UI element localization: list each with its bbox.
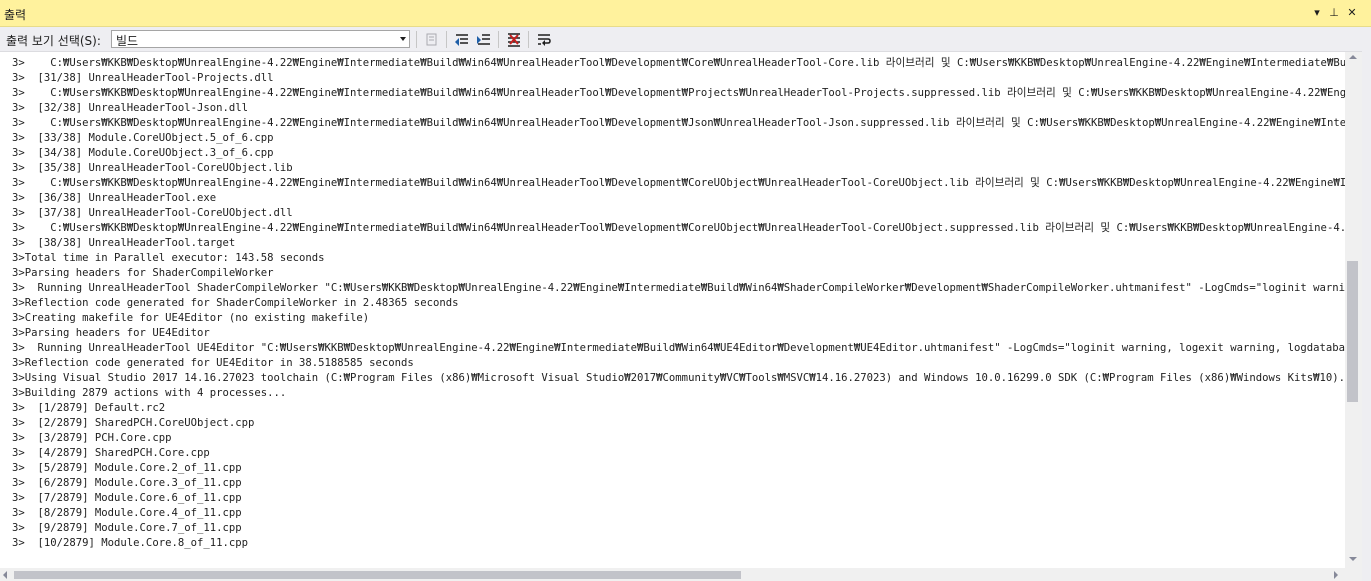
output-line: 3>Building 2879 actions with 4 processes… bbox=[12, 387, 287, 399]
show-output-from-label: 출력 보기 선택(S): bbox=[6, 34, 101, 48]
output-line: 3> [8/2879] Module.Core.4_of_11.cpp bbox=[12, 507, 242, 519]
scroll-up-icon[interactable] bbox=[1349, 55, 1357, 59]
scrollbar-corner bbox=[1345, 568, 1362, 581]
next-message-button[interactable] bbox=[474, 30, 494, 49]
output-line: 3> [35/38] UnrealHeaderTool-CoreUObject.… bbox=[12, 162, 293, 174]
output-line: 3> [9/2879] Module.Core.7_of_11.cpp bbox=[12, 522, 242, 534]
output-line: 3>Creating makefile for UE4Editor (no ex… bbox=[12, 312, 370, 324]
find-message-icon bbox=[426, 33, 437, 46]
output-line: 3>Reflection code generated for ShaderCo… bbox=[12, 297, 459, 309]
output-line: 3> [37/38] UnrealHeaderTool-CoreUObject.… bbox=[12, 207, 293, 219]
find-message-button[interactable] bbox=[422, 30, 442, 49]
output-line: 3>Parsing headers for UE4Editor bbox=[12, 327, 210, 339]
window-position-dropdown-icon[interactable]: ▾ bbox=[1309, 4, 1325, 22]
output-source-select[interactable]: 빌드 bbox=[111, 30, 410, 48]
output-line: 3> C:₩Users₩KKB₩Desktop₩UnrealEngine-4.2… bbox=[12, 177, 1345, 189]
output-line: 3>Total time in Parallel executor: 143.5… bbox=[12, 252, 325, 264]
output-line: 3>Reflection code generated for UE4Edito… bbox=[12, 357, 414, 369]
output-line: 3> [2/2879] SharedPCH.CoreUObject.cpp bbox=[12, 417, 255, 429]
clear-all-icon bbox=[508, 33, 520, 47]
clear-all-button[interactable] bbox=[504, 30, 524, 49]
output-source-value: 빌드 bbox=[116, 34, 139, 48]
toolbar-divider bbox=[416, 31, 417, 48]
output-line: 3> [31/38] UnrealHeaderTool-Projects.dll bbox=[12, 72, 274, 84]
prev-message-icon bbox=[455, 34, 468, 46]
output-line: 3> C:₩Users₩KKB₩Desktop₩UnrealEngine-4.2… bbox=[12, 87, 1345, 99]
vertical-scrollbar[interactable] bbox=[1345, 52, 1362, 568]
toggle-word-wrap-button[interactable] bbox=[534, 30, 554, 49]
output-line: 3> [7/2879] Module.Core.6_of_11.cpp bbox=[12, 492, 242, 504]
output-line: 3> C:₩Users₩KKB₩Desktop₩UnrealEngine-4.2… bbox=[12, 222, 1345, 234]
toolbar-divider bbox=[498, 31, 499, 48]
output-line: 3> [38/38] UnrealHeaderTool.target bbox=[12, 237, 236, 249]
panel-title: 출력 bbox=[4, 8, 27, 22]
output-line: 3> Running UnrealHeaderTool ShaderCompil… bbox=[12, 282, 1345, 294]
output-line: 3> C:₩Users₩KKB₩Desktop₩UnrealEngine-4.2… bbox=[12, 57, 1345, 69]
output-line: 3> [34/38] Module.CoreUObject.3_of_6.cpp bbox=[12, 147, 274, 159]
output-text-area[interactable]: 3> C:₩Users₩KKB₩Desktop₩UnrealEngine-4.2… bbox=[0, 52, 1345, 568]
pin-icon[interactable]: ⊥ bbox=[1326, 4, 1342, 22]
output-line: 3> [4/2879] SharedPCH.Core.cpp bbox=[12, 447, 210, 459]
output-line: 3> [32/38] UnrealHeaderTool-Json.dll bbox=[12, 102, 248, 114]
output-line: 3> [33/38] Module.CoreUObject.5_of_6.cpp bbox=[12, 132, 274, 144]
output-line: 3> C:₩Users₩KKB₩Desktop₩UnrealEngine-4.2… bbox=[12, 117, 1345, 129]
horizontal-scrollbar[interactable] bbox=[0, 568, 1345, 581]
scroll-right-icon[interactable] bbox=[1334, 571, 1338, 579]
next-message-icon bbox=[477, 34, 490, 45]
toolbar-divider bbox=[528, 31, 529, 48]
scroll-down-icon[interactable] bbox=[1349, 557, 1357, 561]
output-line: 3> [1/2879] Default.rc2 bbox=[12, 402, 166, 414]
output-line: 3>Parsing headers for ShaderCompileWorke… bbox=[12, 267, 274, 279]
output-line: 3> Running UnrealHeaderTool UE4Editor "C… bbox=[12, 342, 1345, 354]
toolbar-divider bbox=[446, 31, 447, 48]
output-line: 3> [10/2879] Module.Core.8_of_11.cpp bbox=[12, 537, 248, 549]
output-toolbar: 출력 보기 선택(S): 빌드 bbox=[0, 27, 1371, 52]
output-line: 3> [36/38] UnrealHeaderTool.exe bbox=[12, 192, 217, 204]
previous-message-button[interactable] bbox=[452, 30, 472, 49]
panel-right-edge bbox=[1362, 27, 1371, 581]
output-line: 3> [6/2879] Module.Core.3_of_11.cpp bbox=[12, 477, 242, 489]
output-line: 3>Using Visual Studio 2017 14.16.27023 t… bbox=[12, 372, 1345, 384]
vertical-scroll-thumb[interactable] bbox=[1347, 261, 1358, 402]
close-icon[interactable]: ✕ bbox=[1344, 4, 1360, 22]
chevron-down-icon bbox=[400, 37, 406, 41]
word-wrap-icon bbox=[538, 34, 551, 46]
horizontal-scroll-thumb[interactable] bbox=[14, 571, 741, 579]
output-panel-titlebar: 출력 ▾ ⊥ ✕ bbox=[0, 0, 1371, 27]
scroll-left-icon[interactable] bbox=[3, 571, 7, 579]
output-line: 3> [5/2879] Module.Core.2_of_11.cpp bbox=[12, 462, 242, 474]
output-line: 3> [3/2879] PCH.Core.cpp bbox=[12, 432, 172, 444]
